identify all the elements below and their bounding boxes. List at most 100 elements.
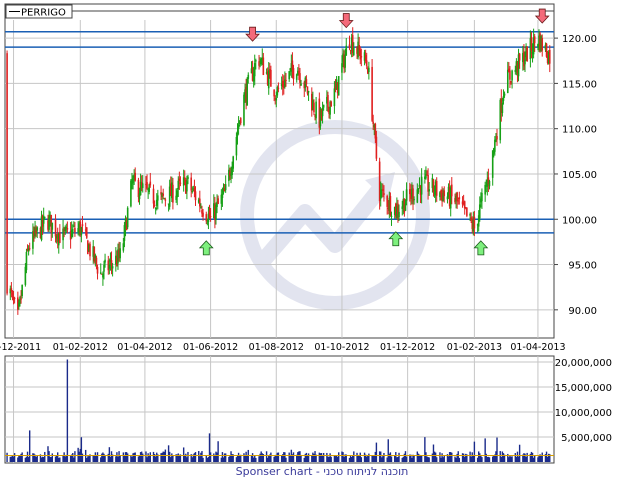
volume-bar [66, 359, 69, 462]
candle-body [321, 107, 324, 117]
candle-body [81, 224, 84, 227]
candle-body [285, 79, 287, 81]
volume-bar [36, 455, 38, 462]
candle-body [420, 176, 423, 195]
volume-bar [451, 452, 453, 462]
candle-body [48, 216, 50, 230]
candle-body [344, 54, 346, 68]
volume-bar [368, 453, 370, 462]
volume-bar [511, 456, 513, 462]
candle-body [99, 272, 102, 274]
y-tick-label: 105.00 [562, 170, 597, 181]
candle-body [164, 199, 167, 201]
volume-bar [541, 452, 543, 462]
volume-grid [5, 356, 554, 463]
candle-body [450, 184, 453, 197]
candle-body [383, 193, 385, 195]
candle-body [65, 226, 68, 228]
volume-bar [405, 456, 408, 462]
candle-body [348, 44, 351, 49]
candle-body [179, 182, 182, 184]
candle-body [194, 191, 197, 201]
candle-body [428, 189, 430, 192]
y-tick-label: 100.00 [562, 215, 597, 226]
candle-body [298, 71, 300, 73]
volume-panel [4, 355, 555, 464]
candle-body [333, 88, 336, 107]
candle-body [322, 104, 325, 108]
candle-body [59, 232, 61, 243]
candle-body [469, 213, 471, 216]
candle-body [132, 178, 134, 183]
candle-body [435, 181, 438, 196]
volume-tick-label: 15,000,000 [555, 383, 612, 394]
footer-text: Sponser chart - תוכנה לניתוח טכני [236, 465, 409, 478]
candle-body [108, 264, 111, 269]
candle-body [496, 136, 498, 140]
candle-body [473, 216, 476, 229]
volume-bar [51, 453, 54, 462]
volume-axis: 5,000,000 10,000,000 15,000,000 20,000,000 [555, 358, 612, 444]
candle-body [277, 87, 280, 89]
x-tick-label: 01-08-2012 [249, 342, 304, 353]
volume-bar [398, 452, 400, 462]
volume-bar [375, 442, 378, 462]
volume-tick-label: 10,000,000 [555, 408, 612, 419]
candle-body [177, 180, 180, 190]
candle-body [337, 76, 340, 96]
candle-body [205, 214, 208, 222]
candle-body [155, 199, 158, 206]
candle-body [495, 139, 497, 141]
candle-body [413, 199, 415, 201]
candle-body [243, 94, 245, 126]
candle-body [134, 172, 137, 181]
candle-body [481, 192, 483, 202]
candle-body [111, 266, 114, 269]
candle-body [104, 259, 106, 263]
candle-body [478, 204, 481, 219]
volume-bar [496, 437, 498, 462]
volume-bar [518, 444, 521, 462]
candle-body [43, 216, 46, 218]
volume-bar [126, 453, 129, 462]
candle-body [153, 204, 156, 206]
candle-body [466, 207, 468, 216]
volume-bar [300, 454, 302, 462]
candle-body [246, 78, 248, 106]
volume-bar [44, 451, 46, 462]
candle-body [202, 212, 204, 217]
volume-bar [59, 457, 61, 462]
candle-body [404, 203, 407, 211]
candle-body [352, 47, 355, 56]
candle-body [458, 197, 461, 200]
candle-body [255, 60, 257, 62]
y-tick-label: 115.00 [562, 79, 597, 90]
candle-body [425, 174, 427, 179]
volume-bar [187, 451, 189, 462]
candle-body [186, 181, 188, 192]
candle-body [149, 181, 152, 186]
candle-body [390, 215, 393, 218]
candle-body [190, 177, 193, 191]
candle-body [360, 56, 363, 58]
date-axis: 01-12-2011 01-02-2012 01-04-2012 01-06-2012… [0, 342, 566, 353]
candle-body [19, 297, 21, 304]
support-resistance-lines [5, 31, 554, 234]
candle-body [237, 124, 240, 129]
candle-body [382, 189, 384, 191]
candle-body [51, 222, 54, 230]
candle-body [267, 70, 270, 89]
candle-body [239, 118, 242, 124]
candle-body [386, 195, 388, 207]
candle-body [548, 49, 551, 64]
candle-body [375, 136, 378, 159]
candle-body [533, 36, 536, 44]
candle-body [417, 188, 420, 193]
volume-bar [13, 453, 16, 462]
volume-bar [104, 456, 106, 462]
candle-body [21, 284, 23, 296]
volume-bar [353, 451, 355, 462]
candle-body [183, 177, 186, 179]
candle-body [148, 184, 151, 192]
legend: PERRIGO [5, 4, 73, 19]
